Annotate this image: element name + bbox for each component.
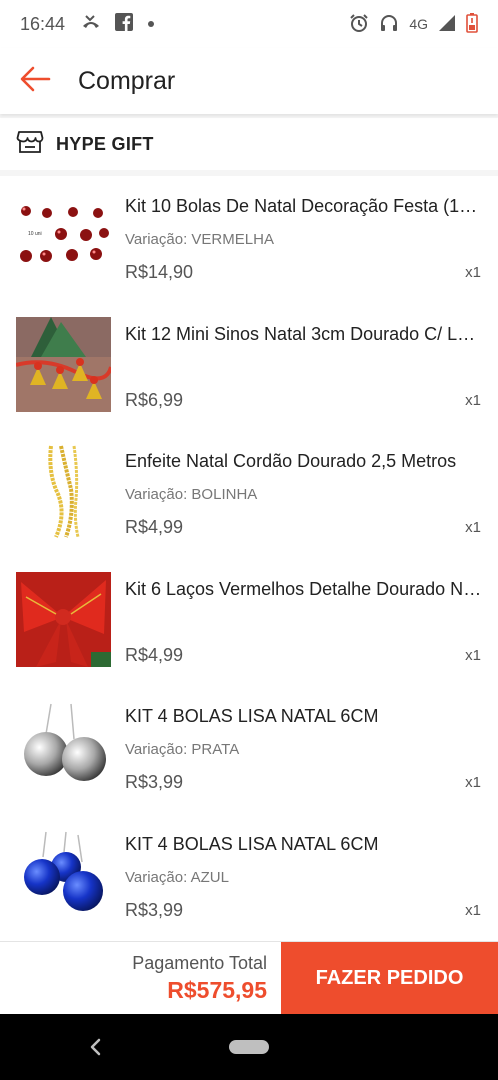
item-name: Kit 10 Bolas De Natal Decoração Festa (1…: [125, 196, 485, 216]
battery-icon: [466, 12, 478, 36]
list-item[interactable]: Kit 12 Mini Sinos Natal 3cm Dourado C/ L…: [0, 304, 498, 432]
product-image: [16, 826, 111, 922]
item-name: Enfeite Natal Cordão Dourado 2,5 Metros: [125, 451, 457, 471]
item-name: Kit 12 Mini Sinos Natal 3cm Dourado C/ L…: [125, 323, 485, 344]
facebook-icon: [115, 12, 134, 36]
item-quantity: x1: [465, 519, 481, 536]
item-price: R$6,99: [125, 389, 184, 410]
item-price: R$4,99: [125, 644, 184, 665]
item-name: KIT 4 BOLAS LISA NATAL 6CM: [125, 833, 379, 854]
item-variation: Variação: AZUL: [125, 868, 229, 886]
item-name: Kit 6 Laços Vermelhos Detalhe Dourado Na…: [125, 578, 485, 599]
item-quantity: x1: [465, 774, 481, 791]
nav-home-pill[interactable]: [229, 1040, 269, 1054]
list-item[interactable]: 10 uni Kit 10 Bolas De Natal Decoração F…: [0, 176, 498, 304]
list-item[interactable]: KIT 4 BOLAS LISA NATAL 6CM Variação: AZU…: [0, 814, 498, 942]
item-variation: Variação: VERMELHA: [125, 231, 274, 248]
list-item[interactable]: Kit 6 Laços Vermelhos Detalhe Dourado Na…: [0, 559, 498, 687]
item-quantity: x1: [465, 391, 481, 409]
signal-icon: [438, 14, 456, 35]
back-button[interactable]: [0, 48, 70, 114]
system-nav-bar: [0, 1014, 498, 1080]
app-header: Comprar: [0, 48, 498, 114]
place-order-button[interactable]: FAZER PEDIDO: [281, 942, 498, 1015]
store-icon: [16, 130, 44, 159]
checkout-bar: Pagamento Total R$575,95 FAZER PEDIDO: [0, 941, 498, 1015]
item-name: KIT 4 BOLAS LISA NATAL 6CM: [125, 706, 379, 726]
nav-back-icon[interactable]: [86, 1034, 104, 1065]
shop-name: HYPE GIFT: [56, 133, 154, 154]
shop-row[interactable]: HYPE GIFT: [0, 118, 498, 170]
page-title: Comprar: [78, 66, 176, 95]
list-item[interactable]: KIT 4 BOLAS LISA NATAL 6CM Variação: PRA…: [0, 686, 498, 814]
item-quantity: x1: [465, 646, 481, 664]
back-arrow-icon: [19, 65, 51, 98]
missed-call-icon: [81, 14, 101, 35]
total-area: Pagamento Total R$575,95: [0, 942, 281, 1014]
item-price: R$3,99: [125, 772, 184, 792]
item-list: 10 uni Kit 10 Bolas De Natal Decoração F…: [0, 176, 498, 941]
total-value: R$575,95: [167, 976, 267, 1003]
product-image: 10 uni: [16, 189, 111, 284]
product-image: [16, 571, 111, 667]
item-price: R$3,99: [125, 899, 184, 920]
network-type-label: 4G: [409, 16, 428, 32]
headset-icon: [379, 13, 399, 36]
total-label: Pagamento Total: [132, 952, 267, 973]
status-bar: 16:44 4G: [0, 0, 498, 48]
status-time: 16:44: [20, 13, 66, 34]
item-price: R$4,99: [125, 517, 184, 537]
alarm-icon: [349, 13, 369, 36]
list-item[interactable]: Enfeite Natal Cordão Dourado 2,5 Metros …: [0, 431, 498, 559]
svg-text:10 uni: 10 uni: [28, 231, 42, 237]
item-quantity: x1: [465, 901, 481, 919]
status-notification-icons: [81, 12, 155, 36]
status-system-icons: 4G: [349, 12, 478, 36]
item-variation: Variação: PRATA: [125, 741, 240, 758]
notification-dot-icon: [147, 15, 155, 33]
item-price: R$14,90: [125, 262, 194, 282]
item-quantity: x1: [465, 264, 481, 281]
item-variation: Variação: BOLINHA: [125, 486, 258, 503]
product-image: [16, 316, 111, 412]
product-image: [16, 444, 111, 539]
product-image: [16, 699, 111, 794]
